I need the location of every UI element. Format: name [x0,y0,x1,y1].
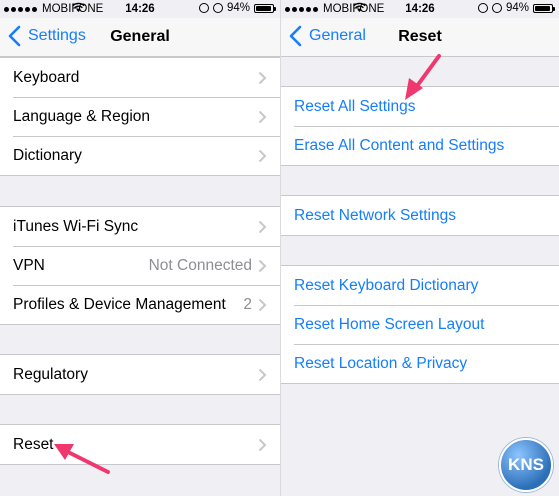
row-keyboard[interactable]: Keyboard [0,58,280,97]
settings-group: Reset [0,424,280,465]
watermark-text: KNS [508,455,544,474]
settings-group: iTunes Wi-Fi Sync VPN Not Connected Prof… [0,206,280,325]
chevron-right-icon [258,220,267,233]
row-label: Reset Home Screen Layout [294,315,485,333]
battery-icon [533,3,555,13]
chevron-right-icon [258,149,267,162]
battery-percent: 94% [505,2,529,14]
chevron-right-icon [258,438,267,451]
kns-watermark-logo: KNS [499,438,553,492]
general-screen: MOBIFONE 14:26 94% Settings General Keyb… [0,0,280,496]
row-label: Reset Network Settings [294,206,456,224]
chevron-right-icon [258,110,267,123]
reset-keyboard-dictionary-button[interactable]: Reset Keyboard Dictionary [281,266,559,305]
row-label: Reset Keyboard Dictionary [294,276,479,294]
chevron-right-icon [258,259,267,272]
row-label: Regulatory [13,365,88,383]
nav-bar: General Reset [281,18,559,57]
reset-network-settings-button[interactable]: Reset Network Settings [281,196,559,235]
reset-screen: MOBIFONE 14:26 94% General Reset Reset A… [280,0,559,496]
battery-percent: 94% [226,2,250,14]
row-reset[interactable]: Reset [0,425,280,464]
row-language-region[interactable]: Language & Region [0,97,280,136]
row-label: Reset [13,435,54,453]
chevron-right-icon [258,368,267,381]
reset-location-privacy-button[interactable]: Reset Location & Privacy [281,344,559,383]
row-label: Keyboard [13,68,80,86]
row-label: Profiles & Device Management [13,295,226,313]
row-vpn[interactable]: VPN Not Connected [0,246,280,285]
chevron-right-icon [258,298,267,311]
row-itunes-wifi-sync[interactable]: iTunes Wi-Fi Sync [0,207,280,246]
status-bar: MOBIFONE 14:26 94% [281,0,559,18]
chevron-right-icon [258,71,267,84]
battery-icon [254,3,276,13]
reset-group: Reset All Settings Erase All Content and… [281,86,559,166]
profiles-count: 2 [243,295,252,313]
row-label: Erase All Content and Settings [294,136,505,154]
row-label: iTunes Wi-Fi Sync [13,217,139,235]
row-dictionary[interactable]: Dictionary [0,136,280,175]
page-title: General [110,28,170,45]
page-title: Reset [398,28,442,45]
status-bar: MOBIFONE 14:26 94% [0,0,280,18]
row-profiles-device-management[interactable]: Profiles & Device Management 2 [0,285,280,324]
erase-all-content-button[interactable]: Erase All Content and Settings [281,126,559,165]
reset-group: Reset Keyboard Dictionary Reset Home Scr… [281,265,559,384]
row-label: Reset Location & Privacy [294,354,468,372]
row-label: Language & Region [13,107,151,125]
row-regulatory[interactable]: Regulatory [0,355,280,394]
vpn-status: Not Connected [148,256,252,274]
settings-group: Regulatory [0,354,280,395]
settings-group: Keyboard Language & Region Dictionary [0,57,280,176]
rotation-lock-icon [477,3,488,13]
nav-bar: Settings General [0,18,280,57]
alarm-icon [491,3,502,13]
alarm-icon [212,3,223,13]
row-label: VPN [13,256,45,274]
reset-all-settings-button[interactable]: Reset All Settings [281,87,559,126]
rotation-lock-icon [198,3,209,13]
reset-group: Reset Network Settings [281,195,559,236]
row-label: Reset All Settings [294,97,416,115]
row-label: Dictionary [13,146,82,164]
reset-home-screen-layout-button[interactable]: Reset Home Screen Layout [281,305,559,344]
